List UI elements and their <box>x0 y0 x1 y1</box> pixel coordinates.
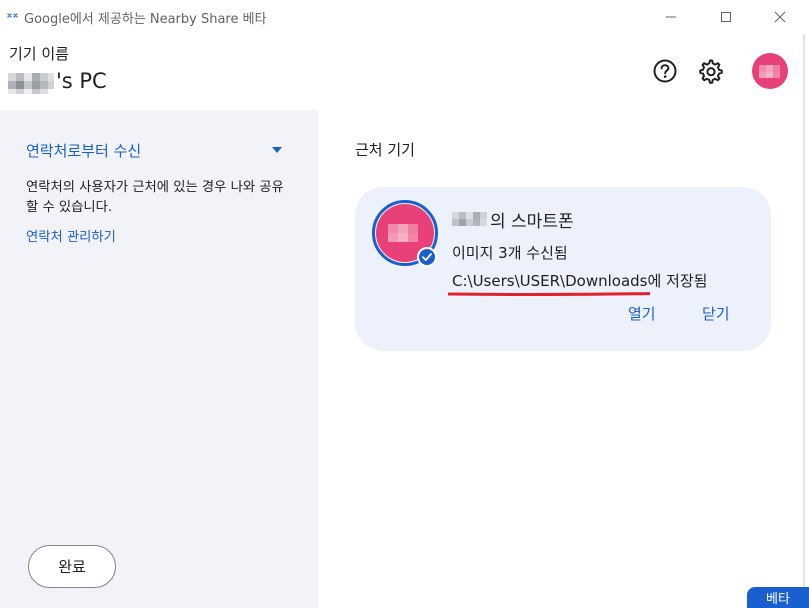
red-underline-annotation <box>448 292 650 296</box>
right-panel <box>318 110 809 608</box>
help-button[interactable] <box>650 56 680 86</box>
maximize-icon <box>721 12 731 22</box>
device-name: 's PC <box>56 69 107 93</box>
maximize-button[interactable] <box>703 0 749 34</box>
beta-badge: 베타 <box>747 587 809 608</box>
redacted-name-blur <box>8 71 56 95</box>
receive-status: 이미지 3개 수신됨 <box>452 244 568 262</box>
check-icon <box>422 253 432 261</box>
close-button[interactable]: 닫기 <box>702 303 730 324</box>
minimize-icon <box>666 16 676 18</box>
settings-icon <box>699 59 723 84</box>
settings-button[interactable] <box>695 56 725 86</box>
close-icon <box>774 11 786 23</box>
nearby-devices-title: 근처 기기 <box>355 141 415 159</box>
device-name-label: 기기 이름 <box>9 45 69 63</box>
help-icon <box>653 59 677 83</box>
redacted-sender-blur <box>452 208 490 230</box>
received-check-badge <box>417 247 437 267</box>
title-bar: Google에서 제공하는 Nearby Share 베타 <box>0 0 809 34</box>
manage-contacts-link[interactable]: 연락처 관리하기 <box>26 226 116 245</box>
receive-mode-dropdown[interactable]: 연락처로부터 수신 <box>26 138 282 162</box>
account-avatar[interactable] <box>752 53 788 89</box>
window-edge-line <box>803 34 805 608</box>
receive-mode-label: 연락처로부터 수신 <box>26 141 142 160</box>
window-title: Google에서 제공하는 Nearby Share 베타 <box>24 12 267 27</box>
sender-device-name: 의 스마트폰 <box>490 212 574 232</box>
avatar-blur-icon <box>759 65 780 78</box>
close-window-button[interactable] <box>757 0 803 34</box>
minimize-button[interactable] <box>648 0 694 34</box>
save-path-text: C:\Users\USER\Downloads에 저장됨 <box>452 272 708 290</box>
done-button[interactable]: 완료 <box>28 545 116 588</box>
nearby-share-app-icon <box>7 13 18 18</box>
open-button[interactable]: 열기 <box>628 303 656 324</box>
caret-down-icon <box>272 147 282 153</box>
receive-mode-description: 연락처의 사용자가 근처에 있는 경우 나와 공유할 수 있습니다. <box>26 180 284 215</box>
